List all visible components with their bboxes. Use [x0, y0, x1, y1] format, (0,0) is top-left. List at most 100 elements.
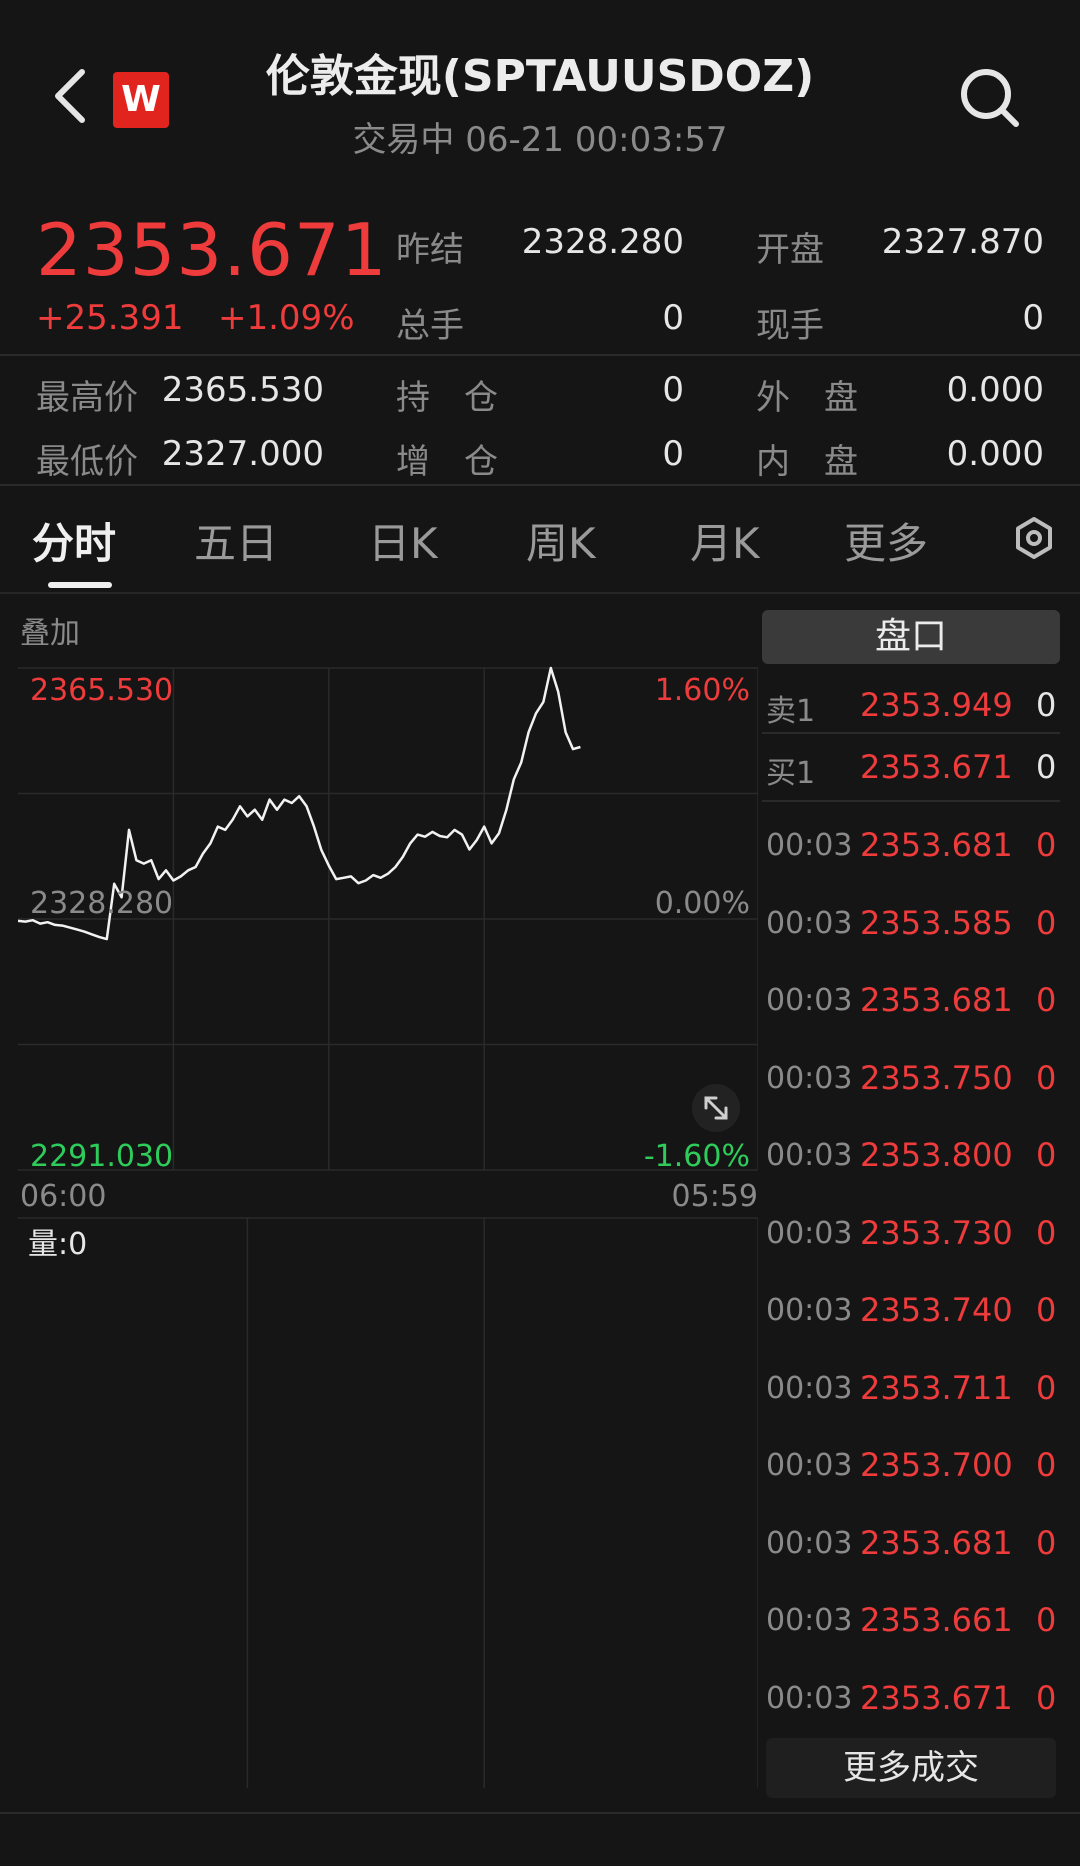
trade-time: 00:03	[766, 1293, 853, 1328]
trade-price: 2353.711	[860, 1368, 1013, 1407]
tab-five-day[interactable]: 五日	[194, 510, 278, 571]
trade-price: 2353.750	[860, 1058, 1013, 1097]
trade-volume: 0	[1036, 826, 1057, 864]
stat-label-current-volume: 现手	[756, 306, 824, 346]
trade-volume: 0	[1036, 1446, 1057, 1484]
trade-row: 00:03 2353.681 0	[766, 826, 1060, 868]
price-change: +25.391	[36, 298, 184, 338]
stat-label-total-volume: 总手	[396, 306, 464, 346]
trade-time: 00:03	[766, 1370, 853, 1406]
trade-row: 00:03 2353.700 0	[766, 1446, 1060, 1488]
stat-value-low: 2327.000	[161, 434, 324, 474]
trade-time: 00:03	[766, 1060, 853, 1096]
price-change-percent: +1.09%	[218, 298, 355, 338]
trade-volume: 0	[1036, 1368, 1057, 1407]
pct-tick-bottom: -1.60%	[644, 1139, 750, 1174]
trade-time: 00:03	[766, 1215, 853, 1251]
stat-label-low: 最低价	[36, 442, 138, 482]
x-tick-start: 06:00	[20, 1179, 106, 1214]
ask-1-volume: 0	[1036, 686, 1057, 724]
trade-volume: 0	[1036, 1678, 1057, 1717]
trade-row: 00:03 2353.661 0	[766, 1601, 1060, 1643]
tab-intraday[interactable]: 分时	[32, 510, 116, 571]
trading-status: 交易中 06-21 00:03:57	[352, 120, 728, 160]
active-tab-indicator	[48, 582, 112, 588]
fullscreen-button[interactable]	[692, 1084, 740, 1132]
intraday-chart[interactable]: 2365.530 2328.280 2291.030 1.60% 0.00% -…	[18, 664, 758, 1788]
stat-value-high: 2365.530	[161, 370, 324, 410]
pct-tick-mid: 0.00%	[655, 886, 750, 921]
divider	[762, 800, 1060, 802]
trade-price: 2353.681	[860, 826, 1013, 864]
divider	[0, 592, 1080, 594]
y-tick-mid: 2328.280	[30, 886, 173, 921]
stat-label-open: 开盘	[756, 230, 824, 270]
bid-1-label: 买1	[766, 756, 816, 791]
ask-1-label: 卖1	[766, 694, 816, 729]
search-button[interactable]	[958, 66, 1022, 130]
tab-monthly-k[interactable]: 月K	[690, 510, 760, 571]
trade-time: 00:03	[766, 983, 853, 1018]
tab-weekly-k[interactable]: 周K	[526, 510, 596, 571]
trade-row: 00:03 2353.681 0	[766, 1523, 1060, 1566]
trade-volume: 0	[1036, 1601, 1057, 1639]
stat-value-inner: 0.000	[946, 434, 1044, 474]
bid-1-price: 2353.671	[860, 748, 1013, 786]
stat-value-outer: 0.000	[946, 370, 1044, 410]
search-icon	[961, 69, 1019, 127]
pct-tick-top: 1.60%	[655, 673, 750, 708]
stat-value-current-volume: 0	[1022, 298, 1044, 338]
overlay-button[interactable]: 叠加	[20, 608, 80, 652]
divider	[0, 484, 1080, 486]
volume-label: 量:0	[28, 1227, 87, 1262]
trade-row: 00:03 2353.585 0	[766, 903, 1060, 946]
trade-time: 00:03	[766, 1448, 853, 1483]
stat-value-prev-settle: 2328.280	[521, 222, 684, 262]
trade-time: 00:03	[766, 1525, 853, 1561]
trade-row: 00:03 2353.711 0	[766, 1368, 1060, 1411]
tab-more[interactable]: 更多	[844, 510, 928, 571]
x-tick-end: 05:59	[672, 1179, 758, 1214]
stat-label-outer: 外 盘	[756, 378, 858, 418]
trade-time: 00:03	[766, 1603, 853, 1638]
trade-volume: 0	[1036, 1213, 1057, 1252]
trade-price: 2353.661	[860, 1601, 1013, 1639]
order-book-button[interactable]: 盘口	[762, 610, 1060, 664]
trade-price: 2353.671	[860, 1678, 1013, 1717]
trade-price: 2353.740	[860, 1291, 1013, 1329]
stat-label-inner: 内 盘	[756, 442, 858, 482]
stat-value-open: 2327.870	[881, 222, 1044, 262]
trade-row: 00:03 2353.671 0	[766, 1678, 1060, 1721]
trade-row: 00:03 2353.681 0	[766, 981, 1060, 1023]
stat-label-oi-change: 增 仓	[396, 442, 498, 482]
stat-label-high: 最高价	[36, 378, 138, 418]
trade-price: 2353.681	[860, 1523, 1013, 1562]
stat-value-total-volume: 0	[662, 298, 684, 338]
stat-label-prev-settle: 昨结	[396, 230, 464, 270]
last-price: 2353.671	[36, 208, 388, 292]
trade-price: 2353.700	[860, 1446, 1013, 1484]
trade-time: 00:03	[766, 828, 853, 863]
trade-price: 2353.585	[860, 903, 1013, 942]
stat-value-open-interest: 0	[662, 370, 684, 410]
tab-daily-k[interactable]: 日K	[368, 510, 438, 571]
trade-price: 2353.800	[860, 1136, 1013, 1174]
y-tick-bottom: 2291.030	[30, 1139, 173, 1174]
trade-time: 00:03	[766, 905, 853, 941]
divider	[762, 732, 1060, 734]
chart-settings-button[interactable]	[1012, 516, 1056, 560]
trade-price: 2353.681	[860, 981, 1013, 1019]
trade-row: 00:03 2353.750 0	[766, 1058, 1060, 1101]
bid-1-volume: 0	[1036, 748, 1057, 786]
trade-row: 00:03 2353.740 0	[766, 1291, 1060, 1333]
trade-volume: 0	[1036, 903, 1057, 942]
more-trades-button[interactable]: 更多成交	[766, 1738, 1056, 1798]
stat-value-oi-change: 0	[662, 434, 684, 474]
divider	[0, 1812, 1080, 1814]
stat-label-open-interest: 持 仓	[396, 378, 498, 418]
trade-row: 00:03 2353.730 0	[766, 1213, 1060, 1256]
trade-volume: 0	[1036, 1058, 1057, 1097]
trade-volume: 0	[1036, 1523, 1057, 1562]
settings-icon	[1016, 517, 1052, 559]
page-title: 伦敦金现(SPTAUUSDOZ)	[265, 51, 815, 102]
